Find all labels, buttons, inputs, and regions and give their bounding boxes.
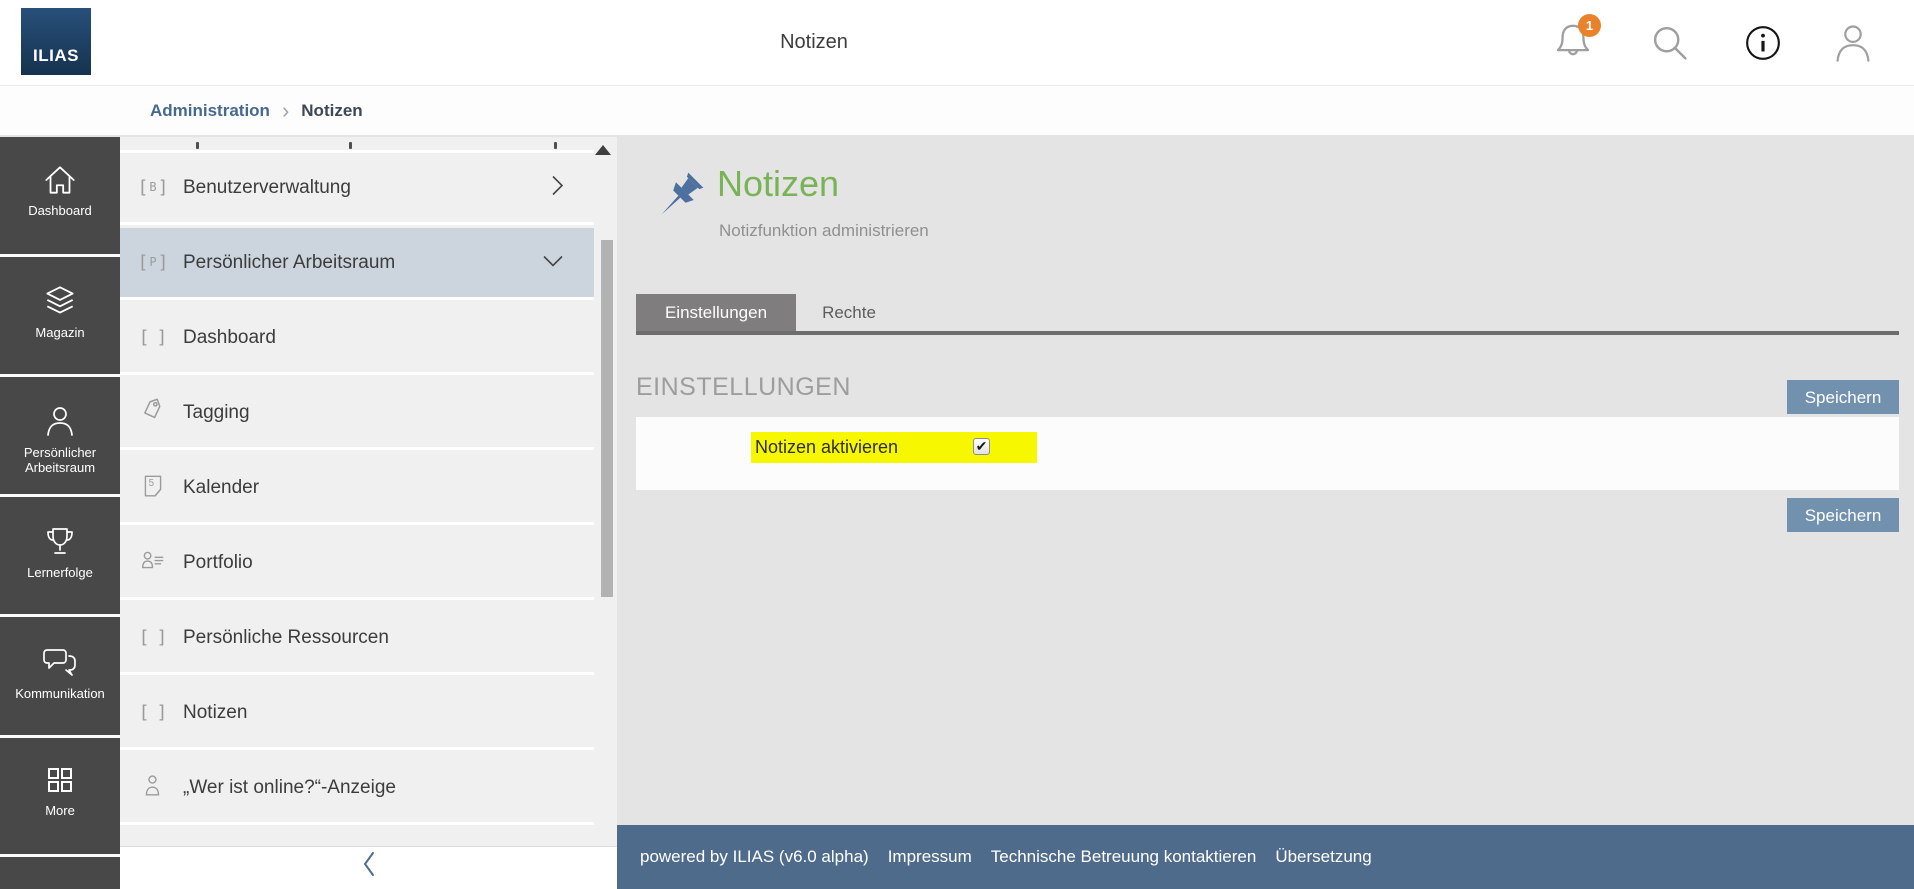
bracket-b-icon: [B] — [137, 177, 169, 198]
chevron-down-icon — [540, 251, 566, 274]
user-menu-button[interactable] — [1831, 21, 1877, 67]
bracket-p-icon: [P] — [137, 252, 169, 273]
scrolled-item-remnant — [120, 137, 594, 153]
footer-link-impressum[interactable]: Impressum — [888, 847, 972, 867]
grid-icon — [43, 763, 77, 797]
admin-sidebar: [B] Benutzerverwaltung [P] Persönlicher … — [120, 137, 617, 889]
home-icon — [41, 163, 79, 197]
mainbar: Dashboard Magazin Persönlicher Arbeitsra… — [0, 137, 120, 889]
save-button-top[interactable]: Speichern — [1787, 380, 1899, 414]
bracket-empty-icon: [] — [138, 702, 168, 723]
main-content: Notizen Notizfunktion administrieren Ein… — [617, 137, 1914, 889]
sidebar-bottom-strip — [120, 829, 617, 847]
breadcrumb-current-notizen[interactable]: Notizen — [301, 101, 362, 121]
mainbar-item-lernerfolge[interactable]: Lernerfolge — [0, 497, 120, 617]
chevron-left-icon — [360, 847, 378, 886]
footer-link-technische-betreuung[interactable]: Technische Betreuung kontaktieren — [991, 847, 1257, 867]
save-button-bottom[interactable]: Speichern — [1787, 498, 1899, 532]
sidebar-item-tagging[interactable]: Tagging — [120, 378, 594, 450]
chat-icon — [40, 644, 80, 680]
page-subtitle: Notizfunktion administrieren — [719, 221, 929, 240]
ilias-admin-page: ILIAS Notizen 1 Administration › Notizen… — [0, 0, 1914, 889]
svg-text:5: 5 — [149, 478, 155, 489]
mainbar-item-dashboard[interactable]: Dashboard — [0, 137, 120, 257]
breadcrumb-link-administration[interactable]: Administration — [150, 101, 270, 121]
mainbar-item-magazin[interactable]: Magazin — [0, 257, 120, 377]
info-icon — [1744, 24, 1790, 62]
chevron-right-icon — [548, 172, 566, 203]
sidebar-item-wer-ist-online-anzeige[interactable]: „Wer ist online?“-Anzeige — [120, 753, 594, 825]
notifications-button[interactable]: 1 — [1552, 14, 1601, 66]
footer-link-uebersetzung[interactable]: Übersetzung — [1275, 847, 1371, 867]
mainbar-item-kommunikation[interactable]: Kommunikation — [0, 618, 120, 738]
tag-icon — [137, 397, 169, 428]
user-icon — [42, 403, 78, 439]
section-title: EINSTELLUNGEN — [636, 373, 851, 401]
calendar-icon: 5 — [137, 472, 169, 503]
layers-icon — [41, 283, 79, 319]
sidebar-item-kalender[interactable]: 5 Kalender — [120, 453, 594, 525]
tab-rechte[interactable]: Rechte — [796, 294, 902, 331]
powered-by-text: powered by ILIAS (v6.0 alpha) — [640, 847, 869, 866]
mainbar-item-persoenlicher-arbeitsraum[interactable]: Persönlicher Arbeitsraum — [0, 377, 120, 497]
pushpin-icon — [647, 167, 709, 234]
sidebar-item-notizen[interactable]: [] Notizen — [120, 678, 594, 750]
sidebar-item-benutzerverwaltung[interactable]: [B] Benutzerverwaltung — [120, 153, 594, 225]
person-icon — [137, 773, 169, 802]
mainbar-item-more[interactable]: More — [0, 737, 120, 857]
ilias-logo[interactable]: ILIAS — [21, 8, 91, 75]
setting-label: Notizen aktivieren — [755, 437, 899, 457]
footer: powered by ILIAS (v6.0 alpha) Impressum … — [617, 825, 1914, 889]
header-page-title: Notizen — [780, 31, 848, 53]
sidebar-item-persoenliche-ressourcen[interactable]: [] Persönliche Ressourcen — [120, 603, 594, 675]
tab-einstellungen[interactable]: Einstellungen — [636, 294, 796, 331]
scroll-up-button[interactable] — [595, 145, 611, 155]
breadcrumb-bar: Administration › Notizen — [0, 85, 1914, 136]
sidebar-item-persoenlicher-arbeitsraum[interactable]: [P] Persönlicher Arbeitsraum — [120, 228, 594, 300]
sidebar-item-portfolio[interactable]: Portfolio — [120, 528, 594, 600]
bracket-empty-icon: [] — [138, 627, 168, 648]
help-button[interactable] — [1744, 24, 1790, 70]
sidebar-item-dashboard[interactable]: [] Dashboard — [120, 303, 594, 375]
user-avatar-icon — [1831, 21, 1877, 65]
portfolio-icon — [137, 548, 169, 577]
tab-underline — [636, 331, 1899, 335]
bracket-empty-icon: [] — [138, 327, 168, 348]
trophy-icon — [42, 523, 78, 559]
mainbar-filler — [0, 857, 120, 889]
search-icon — [1648, 21, 1694, 65]
chevron-right-icon: › — [281, 98, 290, 123]
top-header: ILIAS Notizen 1 — [0, 0, 1914, 85]
breadcrumb: Administration › Notizen — [150, 86, 363, 136]
notizen-aktivieren-checkbox[interactable]: ✔ — [973, 438, 990, 455]
highlighted-setting: Notizen aktivieren ✔ — [751, 432, 1037, 463]
sidebar-scrollbar-thumb[interactable] — [601, 240, 613, 597]
sidebar-collapse-button[interactable] — [120, 847, 617, 889]
search-button[interactable] — [1648, 21, 1694, 67]
page-title: Notizen — [717, 163, 840, 204]
notification-badge: 1 — [1578, 14, 1601, 37]
settings-form-row: Notizen aktivieren ✔ — [636, 417, 1899, 490]
